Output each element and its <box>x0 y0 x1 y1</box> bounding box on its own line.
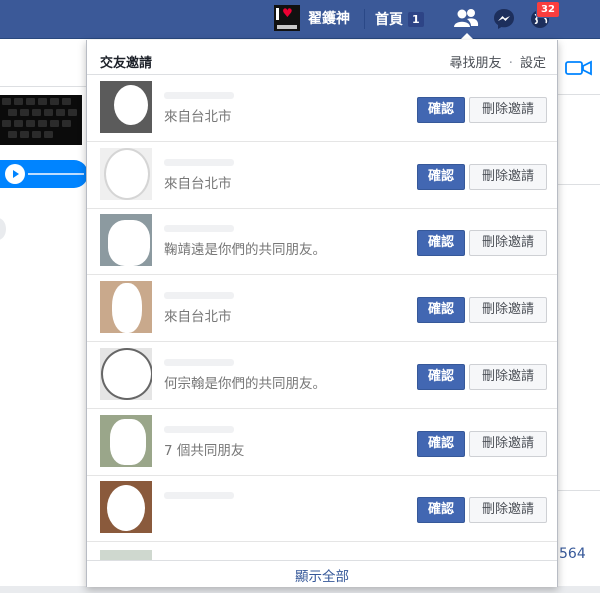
divider <box>558 184 600 185</box>
settings-link[interactable]: 設定 <box>520 56 546 71</box>
requester-name-blurred[interactable] <box>164 492 234 499</box>
play-icon[interactable] <box>5 164 25 184</box>
dropdown-title: 交友邀請 <box>100 56 153 71</box>
home-link[interactable]: 首頁 1 <box>364 9 424 29</box>
dropdown-header: 交友邀請 尋找朋友 · 設定 <box>87 40 557 75</box>
requester-name-blurred[interactable] <box>164 292 234 299</box>
delete-request-button[interactable]: 刪除邀請 <box>469 230 547 256</box>
request-subtitle: 來自台北市 <box>164 109 232 125</box>
request-subtitle: 來自台北市 <box>164 309 232 325</box>
friend-requests-dropdown: 交友邀請 尋找朋友 · 設定 來自台北市 確認 刪除邀請 來自台北市 確認 刪除… <box>86 40 558 587</box>
confirm-button[interactable]: 確認 <box>417 497 465 523</box>
video-call-icon[interactable] <box>565 58 593 82</box>
delete-request-button[interactable]: 刪除邀請 <box>469 497 547 523</box>
requester-photo[interactable] <box>100 415 152 467</box>
delete-request-button[interactable]: 刪除邀請 <box>469 164 547 190</box>
dropdown-caret <box>460 33 474 40</box>
requester-name-blurred[interactable] <box>164 359 234 366</box>
requester-name-blurred[interactable] <box>164 159 234 166</box>
requester-photo[interactable] <box>100 214 152 266</box>
friend-request-item: 來自台北市 確認 刪除邀請 <box>87 75 557 142</box>
home-label[interactable]: 首頁 <box>364 9 403 29</box>
friend-request-item: 何宗翰是你們的共同朋友。 確認 刪除邀請 <box>87 342 557 409</box>
confirm-button[interactable]: 確認 <box>417 431 465 457</box>
delete-request-button[interactable]: 刪除邀請 <box>469 364 547 390</box>
divider <box>0 86 90 87</box>
friend-requests-icon[interactable] <box>452 5 480 33</box>
requester-name-blurred[interactable] <box>164 426 234 433</box>
notification-count-badge: 32 <box>536 1 560 18</box>
profile-name[interactable]: 翟鑊神 <box>308 8 350 28</box>
request-subtitle: 何宗翰是你們的共同朋友。 <box>164 376 326 392</box>
requester-photo[interactable] <box>100 148 152 200</box>
avatar: ♥ <box>274 5 300 31</box>
confirm-button[interactable]: 確認 <box>417 97 465 123</box>
friend-request-item: 鞠靖遠是你們的共同朋友。 確認 刪除邀請 <box>87 208 557 275</box>
requester-photo[interactable] <box>100 481 152 533</box>
friend-request-item: 確認 刪除邀請 <box>87 475 557 542</box>
show-all-link[interactable]: 顯示全部 <box>87 560 557 587</box>
messenger-icon[interactable] <box>490 5 518 33</box>
requester-name-blurred[interactable] <box>164 225 234 232</box>
audio-message-bubble[interactable] <box>0 160 88 188</box>
delete-request-button[interactable]: 刪除邀請 <box>469 97 547 123</box>
requester-photo[interactable] <box>100 348 152 400</box>
confirm-button[interactable]: 確認 <box>417 297 465 323</box>
heart-icon: ♥ <box>282 6 293 20</box>
background-count-text: 564 <box>559 546 586 562</box>
request-subtitle: 來自台北市 <box>164 176 232 192</box>
find-friends-link[interactable]: 尋找朋友 <box>450 56 502 71</box>
friend-request-item: 7 個共同朋友 確認 刪除邀請 <box>87 409 557 476</box>
requester-photo[interactable] <box>100 81 152 133</box>
requester-name-blurred[interactable] <box>164 92 234 99</box>
delete-request-button[interactable]: 刪除邀請 <box>469 431 547 457</box>
confirm-button[interactable]: 確認 <box>417 364 465 390</box>
audio-progress-track[interactable] <box>28 173 84 175</box>
confirm-button[interactable]: 確認 <box>417 164 465 190</box>
confirm-button[interactable]: 確認 <box>417 230 465 256</box>
home-count-badge: 1 <box>408 11 424 27</box>
request-subtitle: 7 個共同朋友 <box>164 443 245 459</box>
link-separator: · <box>508 56 513 71</box>
keyboard-photo <box>0 95 82 145</box>
request-subtitle: 鞠靖遠是你們的共同朋友。 <box>164 242 326 258</box>
delete-request-button[interactable]: 刪除邀請 <box>469 297 547 323</box>
divider <box>558 490 600 491</box>
friend-request-item: 來自台北市 確認 刪除邀請 <box>87 142 557 209</box>
requester-photo[interactable] <box>100 281 152 333</box>
friend-request-item: 來自台北市 確認 刪除邀請 <box>87 275 557 342</box>
top-navigation-bar: ♥ 翟鑊神 首頁 1 32 <box>0 0 600 39</box>
profile-link[interactable]: ♥ 翟鑊神 <box>274 5 350 31</box>
divider <box>558 94 600 95</box>
header-links: 尋找朋友 · 設定 <box>450 52 546 71</box>
